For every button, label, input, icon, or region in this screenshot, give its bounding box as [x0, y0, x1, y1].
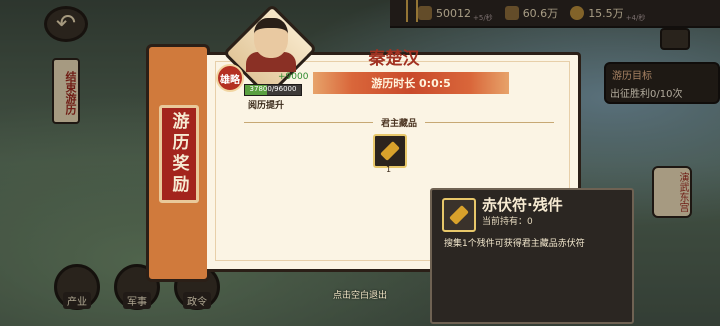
reward-item-slot[interactable]	[373, 134, 407, 168]
tooltip-item-icon	[442, 198, 476, 232]
section-label: 君主藏品	[236, 114, 562, 130]
tooltip-owned: 当前持有：0	[482, 217, 533, 227]
tap-to-exit-hint: 点击空白退出	[332, 291, 387, 301]
exp-caption: 阅历提升	[248, 101, 285, 111]
reward-item-count: 1	[386, 165, 392, 174]
tally-token-icon	[380, 141, 400, 161]
tally-token-icon	[449, 205, 469, 225]
journey-duration: 游历时长 0:0:5	[313, 72, 509, 94]
reward-side-tab: 游历奖励	[146, 44, 210, 282]
exp-gain: +9000	[278, 72, 309, 82]
exp-text: 37800/96000	[249, 85, 297, 93]
strategy-badge: 雄略	[216, 64, 244, 92]
tooltip-item-name: 赤伏符·残件	[482, 196, 563, 214]
item-tooltip: 赤伏符·残件 当前持有：0 搜集1个残件可获得君主藏品赤伏符	[430, 188, 634, 324]
tooltip-description: 搜集1个残件可获得君主藏品赤伏符	[444, 239, 585, 249]
general-avatar	[254, 18, 288, 58]
reward-tab-label: 游历奖励	[159, 105, 199, 203]
